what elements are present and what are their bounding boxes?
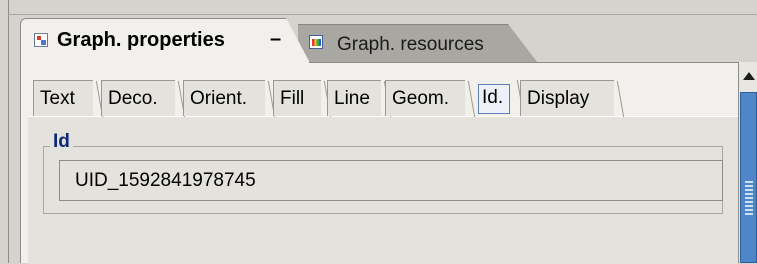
left-window-edge [0,0,9,263]
grip-icon [745,181,753,215]
subtab-display[interactable]: Display [520,80,614,116]
id-group-title: Id [50,131,73,153]
tab-close-button[interactable]: – [270,28,281,51]
subtab-id[interactable]: Id. [476,80,514,116]
subtab-geom[interactable]: Geom. [385,80,465,116]
tab-graph-properties-label: Graph. properties [57,29,225,51]
subtab-line[interactable]: Line [327,80,381,116]
tab-graph-resources-label[interactable]: Graph. resources [337,34,484,56]
arrow-up-icon[interactable] [739,62,757,90]
subtab-orient[interactable]: Orient. [183,80,265,116]
subtab-text[interactable]: Text [33,80,93,116]
subtab-fill[interactable]: Fill [273,80,321,116]
scroll-thumb[interactable] [740,92,757,263]
vertical-scrollbar[interactable] [738,62,757,263]
subtab-deco[interactable]: Deco. [101,80,175,116]
top-divider [8,14,757,15]
id-field[interactable]: UID_1592841978745 [59,160,723,201]
properties-icon [34,33,48,47]
panel-top-border [309,62,738,63]
resources-icon [309,35,323,49]
